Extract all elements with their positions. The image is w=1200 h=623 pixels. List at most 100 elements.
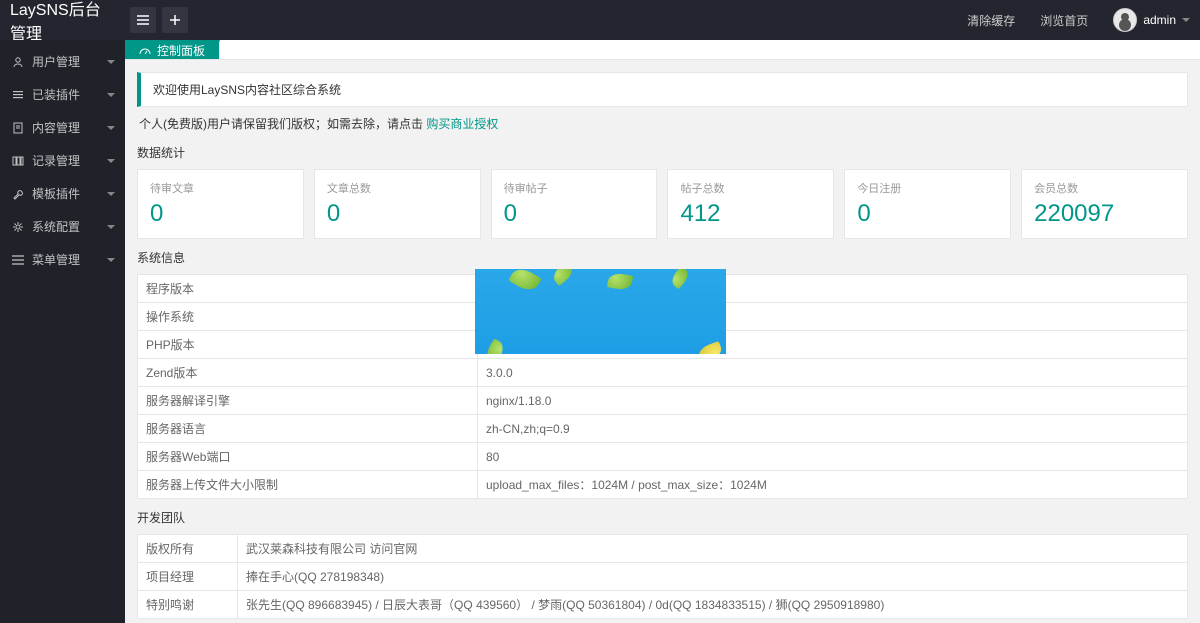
sys-key: 程序版本 [138,275,478,303]
dev-key: 项目经理 [138,563,238,591]
stat-value: 0 [857,200,998,228]
buy-license-link[interactable]: 购买商业授权 [426,117,498,131]
stat-label: 帖子总数 [680,180,821,196]
sys-val [478,303,1188,331]
dev-val: 张先生(QQ 896683945) / 日辰大表哥（QQ 439560） / 梦… [238,591,1188,619]
sidebar-item-users[interactable]: 用户管理 [0,45,125,78]
sys-key: 操作系统 [138,303,478,331]
table-row: 程序版本 [138,275,1188,303]
stat-pending-posts: 待审帖子 0 [491,169,658,239]
table-row: 项目经理捧在手心(QQ 278198348) [138,563,1188,591]
sidebar-item-label: 已装插件 [32,86,80,103]
sys-key: 服务器上传文件大小限制 [138,471,478,499]
chevron-down-icon [107,159,115,163]
sidebar-item-settings[interactable]: 系统配置 [0,210,125,243]
clear-cache-link[interactable]: 清除缓存 [967,12,1015,29]
sys-val [478,275,1188,303]
sidebar-item-label: 记录管理 [32,152,80,169]
stat-label: 待审帖子 [504,180,645,196]
sidebar-item-label: 菜单管理 [32,251,80,268]
table-row: 版权所有武汉莱森科技有限公司 访问官网 [138,535,1188,563]
stat-value: 0 [327,200,468,228]
chevron-down-icon [107,225,115,229]
sidebar-item-templates[interactable]: 模板插件 [0,177,125,210]
main: 控制面板 欢迎使用LaySNS内容社区综合系统 个人(免费版)用户请保留我们版权… [125,40,1200,623]
sidebar-item-label: 内容管理 [32,119,80,136]
add-button[interactable] [162,7,188,33]
stat-label: 会员总数 [1034,180,1175,196]
table-row: 服务器解译引擎nginx/1.18.0 [138,387,1188,415]
wrench-icon [10,188,26,200]
menu-icon [137,15,149,25]
chevron-down-icon [1182,18,1190,22]
tab-label: 控制面板 [157,42,205,59]
sys-val [478,331,1188,359]
menu-icon [10,255,26,265]
sidebar-item-label: 系统配置 [32,218,80,235]
sys-val: 80 [478,443,1188,471]
welcome-text: 欢迎使用LaySNS内容社区综合系统 [153,83,341,97]
stats-title: 数据统计 [137,144,1188,161]
sidebar-item-label: 模板插件 [32,185,80,202]
table-row: 服务器上传文件大小限制upload_max_files：1024M / post… [138,471,1188,499]
avatar [1113,8,1137,32]
stat-value: 220097 [1034,200,1175,228]
stat-label: 文章总数 [327,180,468,196]
sysinfo-table: 程序版本 操作系统 PHP版本 Zend版本3.0.0 服务器解译引擎nginx… [137,274,1188,499]
chevron-down-icon [107,258,115,262]
stat-value: 0 [150,200,291,228]
stat-label: 待审文章 [150,180,291,196]
plugin-icon [10,89,26,101]
logo: LaySNS后台管理 [10,0,115,44]
tab-control-panel[interactable]: 控制面板 [125,40,220,59]
sys-key: 服务器解译引擎 [138,387,478,415]
stat-pending-articles: 待审文章 0 [137,169,304,239]
stat-value: 0 [504,200,645,228]
tabs: 控制面板 [125,40,1200,60]
table-row: 操作系统 [138,303,1188,331]
dev-title: 开发团队 [137,509,1188,526]
sidebar-item-label: 用户管理 [32,53,80,70]
chevron-down-icon [107,93,115,97]
admin-menu[interactable]: admin [1113,8,1190,32]
stat-total-posts: 帖子总数 412 [667,169,834,239]
sidebar-item-content[interactable]: 内容管理 [0,111,125,144]
chevron-down-icon [107,60,115,64]
sys-val: upload_max_files：1024M / post_max_size：1… [478,471,1188,499]
stat-label: 今日注册 [857,180,998,196]
table-row: 服务器Web端口80 [138,443,1188,471]
header: LaySNS后台管理 清除缓存 浏览首页 admin [0,0,1200,40]
license-text: 个人(免费版)用户请保留我们版权；如需去除，请点击 [139,117,426,131]
sys-key: Zend版本 [138,359,478,387]
table-row: PHP版本 [138,331,1188,359]
doc-icon [10,122,26,134]
log-icon [10,155,26,167]
sidebar: 用户管理 已装插件 内容管理 记录管理 模板插件 [0,40,125,623]
plus-icon [170,15,180,25]
dev-key: 特别鸣谢 [138,591,238,619]
dev-val: 武汉莱森科技有限公司 访问官网 [238,535,1188,563]
dev-table: 版权所有武汉莱森科技有限公司 访问官网 项目经理捧在手心(QQ 27819834… [137,534,1188,619]
sidebar-item-plugins[interactable]: 已装插件 [0,78,125,111]
users-icon [10,56,26,68]
sidebar-item-logs[interactable]: 记录管理 [0,144,125,177]
sysinfo-title: 系统信息 [137,249,1188,266]
stat-value: 412 [680,200,821,228]
sys-key: 服务器Web端口 [138,443,478,471]
chevron-down-icon [107,192,115,196]
dashboard-icon [139,45,151,57]
sys-key: 服务器语言 [138,415,478,443]
sidebar-item-menus[interactable]: 菜单管理 [0,243,125,276]
sys-val: nginx/1.18.0 [478,387,1188,415]
table-row: 特别鸣谢张先生(QQ 896683945) / 日辰大表哥（QQ 439560）… [138,591,1188,619]
view-site-link[interactable]: 浏览首页 [1040,12,1088,29]
table-row: Zend版本3.0.0 [138,359,1188,387]
sidebar-toggle-button[interactable] [130,7,156,33]
sys-val: zh-CN,zh;q=0.9 [478,415,1188,443]
welcome-notice: 欢迎使用LaySNS内容社区综合系统 [137,72,1188,107]
table-row: 服务器语言zh-CN,zh;q=0.9 [138,415,1188,443]
stat-total-members: 会员总数 220097 [1021,169,1188,239]
stats-row: 待审文章 0 文章总数 0 待审帖子 0 帖子总数 412 [137,169,1188,239]
license-note: 个人(免费版)用户请保留我们版权；如需去除，请点击 购买商业授权 [137,115,1188,132]
stat-total-articles: 文章总数 0 [314,169,481,239]
